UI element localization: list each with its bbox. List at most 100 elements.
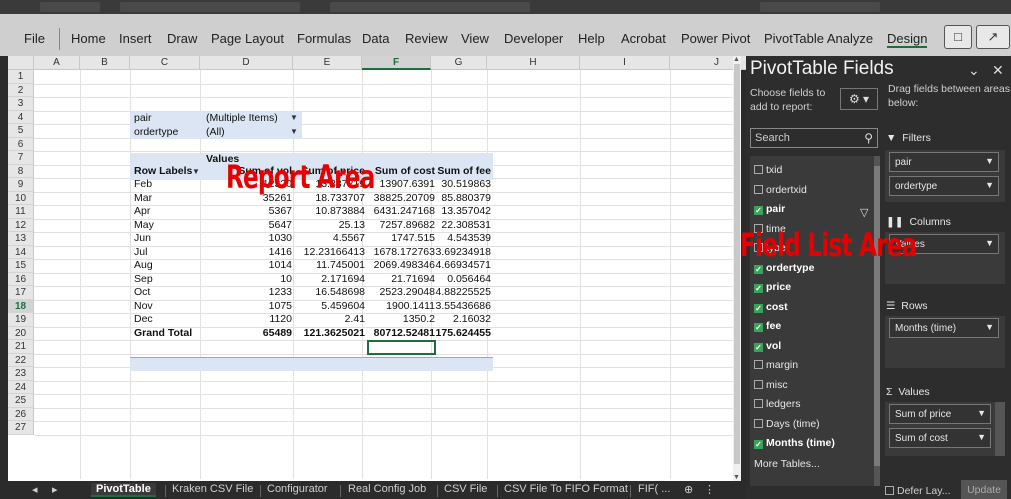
rows-drop-area[interactable]: Months (time) ▼ bbox=[885, 316, 1005, 368]
checked-checkbox-icon[interactable]: ✓ bbox=[754, 440, 763, 449]
settings-gear-icon[interactable]: ⚙ ▾ bbox=[840, 88, 878, 110]
defer-layout-checkbox[interactable]: Defer Lay... bbox=[885, 485, 951, 497]
value-cell[interactable]: 13.357042 bbox=[435, 205, 491, 218]
row-label-cell[interactable]: Sep bbox=[134, 273, 200, 286]
tab-data[interactable]: Data bbox=[362, 31, 389, 46]
row-header[interactable]: 25 bbox=[8, 394, 34, 408]
value-cell[interactable]: 16.548698 bbox=[297, 286, 365, 299]
value-cell[interactable]: 1030 bbox=[206, 232, 292, 245]
tab-page-layout[interactable]: Page Layout bbox=[211, 31, 284, 46]
checked-checkbox-icon[interactable]: ✓ bbox=[754, 303, 763, 313]
value-cell[interactable]: 5647 bbox=[206, 219, 292, 232]
field-item[interactable]: ✓ vol bbox=[754, 340, 781, 352]
row-label-cell[interactable]: Jul bbox=[134, 246, 200, 259]
row-header[interactable]: 20 bbox=[8, 326, 34, 340]
value-cell[interactable]: 1678.172763 bbox=[365, 246, 435, 259]
tab-pivottable-analyze[interactable]: PivotTable Analyze bbox=[764, 31, 873, 46]
search-icon[interactable]: ⚲ bbox=[864, 131, 873, 145]
filter-value-ordertype[interactable]: (All) bbox=[206, 126, 225, 139]
value-cell[interactable]: 2069.498346 bbox=[365, 259, 435, 272]
row-header[interactable]: 18 bbox=[8, 299, 34, 313]
row-header[interactable]: 9 bbox=[8, 178, 34, 192]
sheet-nav-left-icon[interactable]: ◂ bbox=[32, 483, 38, 496]
row-header[interactable]: 17 bbox=[8, 286, 34, 300]
scroll-thumb[interactable] bbox=[874, 166, 880, 466]
dropdown-arrow-icon[interactable]: ▼ bbox=[985, 322, 994, 332]
row-label-cell[interactable]: Mar bbox=[134, 192, 200, 205]
value-cell[interactable]: 10 bbox=[206, 273, 292, 286]
row-header[interactable]: 22 bbox=[8, 353, 34, 367]
grand-total-label[interactable]: Grand Total bbox=[134, 327, 200, 340]
field-filter-icon[interactable]: ▽ bbox=[860, 206, 868, 219]
sheet-tab-csv-file[interactable]: CSV File bbox=[444, 483, 487, 495]
value-cell[interactable]: 13907.6391 bbox=[365, 178, 435, 191]
checkbox-icon[interactable] bbox=[754, 360, 763, 369]
value-cell[interactable]: 5367 bbox=[206, 205, 292, 218]
field-item[interactable]: ✓ fee bbox=[754, 320, 781, 332]
column-header[interactable]: I bbox=[580, 56, 670, 70]
sheet-tab-kraken-csv[interactable]: Kraken CSV File bbox=[172, 483, 253, 495]
filters-pill-ordertype[interactable]: ordertype ▼ bbox=[889, 176, 999, 196]
field-item[interactable]: Days (time) bbox=[754, 418, 820, 430]
row-label-cell[interactable]: Apr bbox=[134, 205, 200, 218]
value-cell[interactable]: 4.543539 bbox=[435, 232, 491, 245]
field-item[interactable]: ordertxid bbox=[754, 184, 807, 196]
field-item[interactable]: ✓ price bbox=[754, 281, 791, 293]
value-cell[interactable]: 4.5567 bbox=[297, 232, 365, 245]
row-label-cell[interactable]: Feb bbox=[134, 178, 200, 191]
filter-dropdown-icon[interactable]: ▼ bbox=[290, 127, 298, 136]
more-tables-link[interactable]: More Tables... bbox=[754, 458, 820, 470]
checked-checkbox-icon[interactable]: ✓ bbox=[754, 206, 763, 215]
row-header[interactable]: 3 bbox=[8, 97, 34, 111]
close-icon[interactable]: ✕ bbox=[992, 62, 1004, 79]
field-list-scrollbar[interactable] bbox=[874, 156, 880, 486]
row-label-cell[interactable]: Jun bbox=[134, 232, 200, 245]
sheet-tab-real-config-job[interactable]: Real Config Job bbox=[348, 483, 426, 495]
checkbox[interactable] bbox=[885, 486, 894, 495]
value-cell[interactable]: 2.171694 bbox=[297, 273, 365, 286]
selected-cell[interactable] bbox=[367, 340, 436, 355]
value-cell[interactable]: 1416 bbox=[206, 246, 292, 259]
more-sheets-icon[interactable]: ⋮ bbox=[704, 483, 715, 496]
filter-value-pair[interactable]: (Multiple Items) bbox=[206, 112, 278, 125]
row-label-cell[interactable]: Oct bbox=[134, 286, 200, 299]
dropdown-arrow-icon[interactable]: ▼ bbox=[977, 432, 986, 442]
tab-help[interactable]: Help bbox=[578, 31, 605, 46]
dropdown-arrow-icon[interactable]: ▼ bbox=[977, 408, 986, 418]
row-label-cell[interactable]: Aug bbox=[134, 259, 200, 272]
column-header[interactable]: D bbox=[200, 56, 293, 70]
row-header[interactable]: 14 bbox=[8, 245, 34, 259]
select-all-corner[interactable] bbox=[8, 56, 34, 70]
row-header[interactable]: 23 bbox=[8, 367, 34, 381]
comment-icon[interactable]: □ bbox=[944, 25, 972, 49]
sheet-nav-right-icon[interactable]: ▸ bbox=[52, 483, 58, 496]
value-cell[interactable]: 38825.20709 bbox=[365, 192, 435, 205]
tab-acrobat[interactable]: Acrobat bbox=[621, 31, 666, 46]
value-cell[interactable]: 2523.29048 bbox=[365, 286, 435, 299]
field-item[interactable]: ✓ cost bbox=[754, 301, 788, 313]
grand-total-value[interactable]: 175.624455 bbox=[435, 327, 491, 340]
sheet-tab-csv-fifo[interactable]: CSV File To FIFO Format bbox=[504, 483, 628, 495]
sheet-tab-fifo-more[interactable]: FIF( ... bbox=[638, 483, 670, 495]
tab-design[interactable]: Design bbox=[887, 31, 928, 48]
scroll-up-icon[interactable]: ▲ bbox=[733, 56, 740, 63]
checkbox-icon[interactable] bbox=[754, 418, 763, 428]
value-cell[interactable]: 7257.89682 bbox=[365, 219, 435, 232]
value-cell[interactable]: 3.55436686 bbox=[435, 300, 491, 313]
chevron-down-icon[interactable]: ⌄ bbox=[968, 62, 980, 79]
row-labels-filter-icon[interactable]: ▼ bbox=[192, 167, 200, 176]
checkbox-icon[interactable] bbox=[754, 399, 763, 408]
value-cell[interactable]: 1900.1411 bbox=[365, 300, 435, 313]
checkbox-icon[interactable] bbox=[754, 184, 763, 194]
scroll-down-icon[interactable]: ▼ bbox=[733, 474, 740, 481]
values-scrollbar[interactable] bbox=[995, 402, 1005, 456]
value-cell[interactable]: 1747.515 bbox=[365, 232, 435, 245]
column-header[interactable]: C bbox=[130, 56, 200, 70]
value-cell[interactable]: 3.69234918 bbox=[435, 246, 491, 259]
row-label-cell[interactable]: Dec bbox=[134, 313, 200, 326]
value-cell[interactable]: 4.88225525 bbox=[435, 286, 491, 299]
value-cell[interactable]: 2.16032 bbox=[435, 313, 491, 326]
dropdown-arrow-icon[interactable]: ▼ bbox=[985, 180, 994, 190]
row-header[interactable]: 15 bbox=[8, 259, 34, 273]
row-header[interactable]: 16 bbox=[8, 272, 34, 286]
